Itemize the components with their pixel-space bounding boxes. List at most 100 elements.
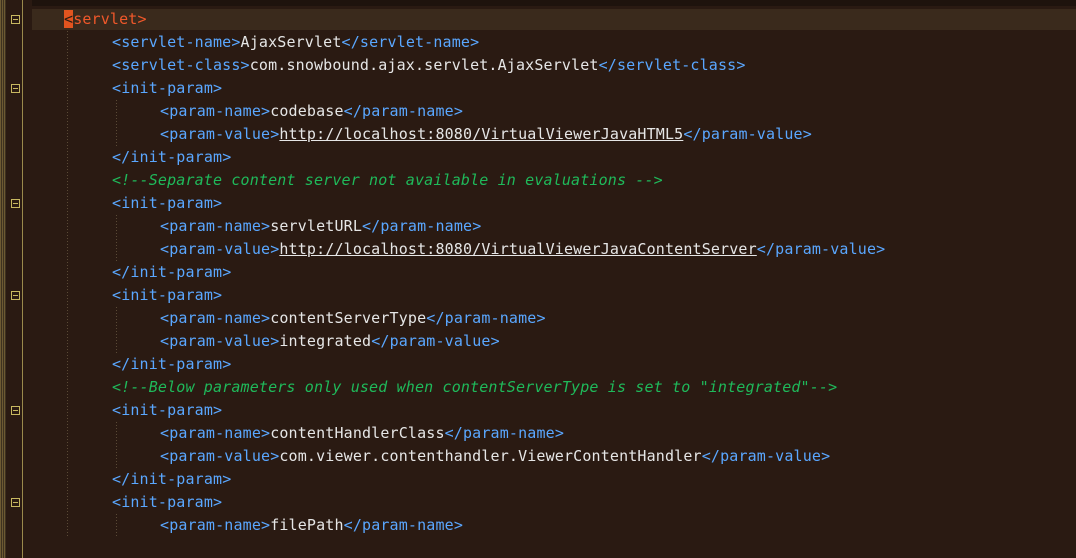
tag-bracket: > [270,240,280,258]
code-line[interactable]: </init-param> [112,353,231,376]
code-line[interactable]: <init-param> [112,491,222,514]
element-value: AjaxServlet [240,33,342,51]
code-line[interactable]: </init-param> [112,468,231,491]
tag-bracket: > [213,194,223,212]
element-value: contentHandlerClass [270,424,445,442]
tag-name: init-param [121,493,213,511]
tag-bracket: > [536,309,546,327]
indent-guide [116,307,117,353]
tag-bracket: > [453,102,464,120]
tag-bracket: > [222,355,232,373]
tag-bracket: > [213,401,223,419]
tag-name: servlet-class [616,56,737,74]
element-value: servletURL [270,217,362,235]
code-line[interactable]: <servlet-class>com.snowbound.ajax.servle… [112,54,746,77]
fold-toggle-icon[interactable] [11,406,20,415]
tag-name: param-name [169,424,261,442]
xml-comment: <!--Below parameters only used when cont… [112,378,838,396]
tag-bracket: </ [362,217,381,235]
indent-guide [116,422,117,468]
tag-bracket: < [160,447,170,465]
tag-bracket: > [261,102,271,120]
tag-bracket: > [261,424,271,442]
tag-bracket: > [453,516,464,534]
fold-guide-line [22,0,23,558]
tag-bracket: </ [112,355,131,373]
code-line[interactable]: <param-name>contentHandlerClass</param-n… [160,422,564,445]
tag-bracket: > [472,217,482,235]
tag-bracket: > [270,125,280,143]
tag-bracket: < [160,424,170,442]
fold-toggle-icon[interactable] [11,84,20,93]
editor-top-strip [0,0,1076,6]
tag-name: param-value [720,447,822,465]
tag-name: param-value [169,125,271,143]
code-line[interactable]: <init-param> [112,399,222,422]
code-line[interactable]: <param-value>integrated</param-value> [160,330,500,353]
tag-bracket: </ [444,424,463,442]
tag-bracket: > [821,447,831,465]
code-line[interactable]: <init-param> [112,77,222,100]
code-line[interactable]: <param-name>codebase</param-name> [160,100,463,123]
code-line[interactable]: </init-param> [112,146,231,169]
element-value: com.snowbound.ajax.servlet.AjaxServlet [249,56,599,74]
tag-bracket: > [490,332,500,350]
tag-bracket: </ [598,56,617,74]
code-editor[interactable]: <servlet> <servlet-name>AjaxServlet</serv… [0,0,1076,558]
tag-bracket: < [160,332,170,350]
caret-bracket-highlight: < [64,10,74,28]
fold-toggle-icon[interactable] [11,498,20,507]
tag-bracket: < [160,516,170,534]
code-line[interactable]: <servlet-name>AjaxServlet</servlet-name> [112,31,479,54]
code-line[interactable]: <servlet> [64,8,147,31]
tag-bracket: > [213,79,223,97]
code-line[interactable]: <param-name>servletURL</param-name> [160,215,481,238]
fold-toggle-icon[interactable] [11,291,20,300]
tag-name: init-param [130,470,223,488]
element-value: filePath [270,516,344,534]
tag-name: param-name [169,217,261,235]
indent-guide [116,215,117,261]
tag-bracket: </ [426,309,445,327]
code-line[interactable]: <param-value>com.viewer.contenthandler.V… [160,445,830,468]
tag-bracket: > [736,56,746,74]
tag-bracket: </ [371,332,390,350]
tag-name: param-name [444,309,537,327]
url-link[interactable]: http://localhost:8080/VirtualViewerJavaH… [279,125,683,143]
tag-bracket: > [231,33,241,51]
tag-name: init-param [130,263,223,281]
tag-bracket: < [112,194,122,212]
tag-bracket: </ [112,148,131,166]
tag-bracket: < [160,240,170,258]
code-line[interactable]: <param-name>filePath</param-name> [160,514,463,537]
code-line[interactable]: <param-name>contentServerType</param-nam… [160,307,546,330]
tag-bracket: < [112,493,122,511]
code-line[interactable]: <init-param> [112,284,222,307]
tag-name: param-name [169,516,261,534]
code-line[interactable]: <!--Below parameters only used when cont… [112,376,837,399]
tag-bracket: > [261,217,271,235]
fold-toggle-icon[interactable] [11,199,20,208]
tag-bracket: > [270,447,280,465]
tag-bracket: > [240,56,250,74]
code-line[interactable]: <param-value>http://localhost:8080/Virtu… [160,238,885,261]
tag-name: init-param [121,286,213,304]
url-link[interactable]: http://localhost:8080/VirtualViewerJavaC… [279,240,756,258]
tag-bracket: > [213,493,223,511]
tag-bracket: < [112,33,122,51]
tag-name: servlet-class [121,56,241,74]
tag-bracket: < [160,309,170,327]
element-value: integrated [279,332,372,350]
indent-guide [67,31,68,537]
code-line[interactable]: </init-param> [112,261,231,284]
fold-toggle-icon[interactable] [11,15,20,24]
tag-bracket: > [270,332,280,350]
code-line[interactable]: <param-value>http://localhost:8080/Virtu… [160,123,812,146]
tag-bracket: > [222,470,232,488]
tag-bracket: > [802,125,812,143]
code-line[interactable]: <!--Separate content server not availabl… [112,169,663,192]
code-line[interactable]: <init-param> [112,192,222,215]
xml-comment: <!--Separate content server not availabl… [112,171,663,189]
tag-bracket: < [112,56,122,74]
indent-guide [116,514,117,537]
